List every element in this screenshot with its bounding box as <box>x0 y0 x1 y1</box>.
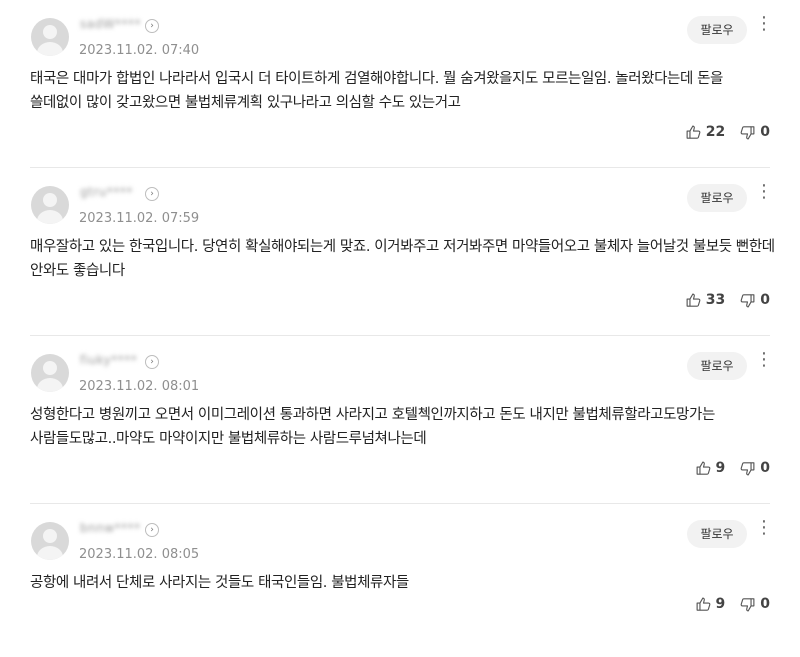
avatar[interactable] <box>31 186 69 224</box>
comment-item: fiuky**** › 2023.11.02. 08:01 팔로우 ⋮ 성형한다… <box>0 336 800 504</box>
comment-text: 공항에 내려서 단체로 사라지는 것들도 태국인들임. 불법체류자들 <box>30 575 409 591</box>
comment-date: 2023.11.02. 07:40 <box>79 43 200 58</box>
chevron-right-icon[interactable]: › <box>145 187 159 201</box>
like-button[interactable]: 9 <box>695 460 726 477</box>
like-count: 9 <box>715 596 726 612</box>
like-count: 22 <box>705 124 726 140</box>
comment-item: gtru**** › 2023.11.02. 07:59 팔로우 ⋮ 매우잘하고… <box>0 168 800 336</box>
dislike-button[interactable]: 0 <box>739 460 770 477</box>
dislike-count: 0 <box>760 124 770 140</box>
reaction-bar: 22 0 <box>685 121 770 143</box>
nickname[interactable]: bnnw**** <box>80 521 141 535</box>
dislike-button[interactable]: 0 <box>739 124 770 141</box>
like-button[interactable]: 9 <box>695 596 726 613</box>
more-options-icon[interactable]: ⋮ <box>755 351 773 376</box>
like-button[interactable]: 22 <box>685 124 725 141</box>
reaction-bar: 33 0 <box>685 289 770 311</box>
follow-button[interactable]: 팔로우 <box>687 16 747 44</box>
avatar[interactable] <box>31 354 69 392</box>
dislike-button[interactable]: 0 <box>739 596 770 613</box>
reaction-bar: 9 0 <box>695 457 770 479</box>
comment-list: sadW**** › 2023.11.02. 07:40 팔로우 ⋮ 태국은 대… <box>0 0 800 657</box>
comment-date: 2023.11.02. 08:05 <box>79 547 200 562</box>
avatar[interactable] <box>31 522 69 560</box>
thumbs-up-icon <box>686 293 701 307</box>
comment-item: sadW**** › 2023.11.02. 07:40 팔로우 ⋮ 태국은 대… <box>0 0 800 168</box>
follow-button[interactable]: 팔로우 <box>687 184 747 212</box>
nickname[interactable]: fiuky**** <box>80 353 137 367</box>
avatar[interactable] <box>31 18 69 56</box>
thumbs-up-icon <box>686 125 701 139</box>
follow-button[interactable]: 팔로우 <box>687 520 747 548</box>
like-count: 33 <box>705 292 726 308</box>
nickname[interactable]: gtru**** <box>80 185 133 199</box>
like-button[interactable]: 33 <box>685 292 725 309</box>
follow-button[interactable]: 팔로우 <box>687 352 747 380</box>
thumbs-down-icon <box>740 461 755 475</box>
more-options-icon[interactable]: ⋮ <box>755 183 773 208</box>
more-options-icon[interactable]: ⋮ <box>755 519 773 544</box>
comment-text: 성형한다고 병원끼고 오면서 이미그레이션 통과하면 사라지고 호텔첵인까지하고… <box>30 407 715 447</box>
reaction-bar: 9 0 <box>695 593 770 615</box>
comment-item: bnnw**** › 2023.11.02. 08:05 팔로우 ⋮ 공항에 내… <box>0 504 800 657</box>
dislike-count: 0 <box>760 460 770 476</box>
chevron-right-icon[interactable]: › <box>145 355 159 369</box>
more-options-icon[interactable]: ⋮ <box>755 15 773 40</box>
thumbs-up-icon <box>696 597 710 611</box>
dislike-button[interactable]: 0 <box>739 292 770 309</box>
nickname[interactable]: sadW**** <box>80 17 141 31</box>
dislike-count: 0 <box>760 292 770 308</box>
dislike-count: 0 <box>760 596 770 612</box>
comment-text: 태국은 대마가 합법인 나라라서 입국시 더 타이트하게 검열해야합니다. 뭘 … <box>30 71 723 111</box>
thumbs-down-icon <box>740 293 755 307</box>
thumbs-down-icon <box>740 125 755 139</box>
thumbs-down-icon <box>740 597 755 611</box>
comment-date: 2023.11.02. 08:01 <box>79 379 200 394</box>
like-count: 9 <box>715 460 726 476</box>
chevron-right-icon[interactable]: › <box>145 19 159 33</box>
comment-date: 2023.11.02. 07:59 <box>79 211 200 226</box>
thumbs-up-icon <box>696 461 710 475</box>
chevron-right-icon[interactable]: › <box>145 523 159 537</box>
comment-text: 매우잘하고 있는 한국입니다. 당연히 확실해야되는게 맞죠. 이거봐주고 저거… <box>30 239 775 279</box>
